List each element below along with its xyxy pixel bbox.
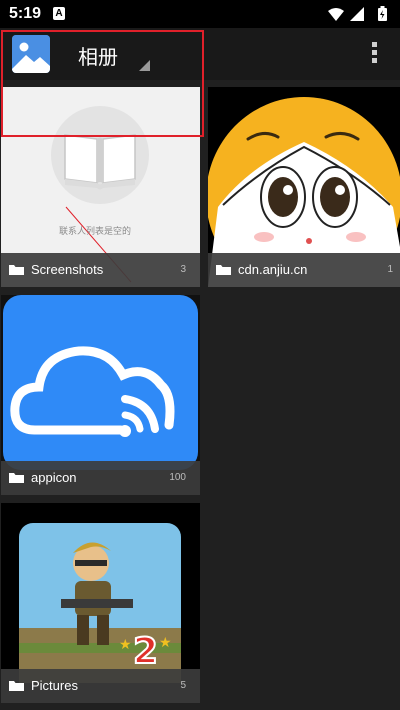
notification-letter: A (55, 8, 63, 19)
album-tile-pictures[interactable]: 2 ★ ★ Pictures 5 (1, 503, 200, 703)
notification-icon: A (53, 7, 65, 20)
album-footer: cdn.anjiu.cn 1 (208, 253, 400, 287)
album-tile-screenshots[interactable]: 联系人列表是空的 Screenshots 3 (1, 87, 200, 287)
system-icons (328, 6, 387, 21)
spinner-dropdown-icon[interactable] (139, 60, 150, 71)
status-time: 5:19 (9, 5, 42, 22)
album-name: Screenshots (31, 262, 104, 277)
album-count: 3 (180, 264, 186, 275)
album-count: 5 (180, 680, 186, 691)
folder-icon (9, 265, 24, 275)
folder-icon (9, 473, 24, 483)
album-footer: Pictures 5 (1, 669, 200, 703)
status-bar: 5:19 A (0, 0, 400, 28)
album-spinner-title[interactable]: 相册 (78, 41, 118, 70)
wifi-icon (328, 8, 344, 21)
album-count: 1 (387, 264, 393, 275)
svg-text:2: 2 (133, 631, 158, 672)
album-tile-appicon[interactable]: appicon 100 (1, 295, 200, 495)
folder-icon (9, 681, 24, 691)
album-footer: Screenshots 3 (1, 253, 200, 287)
thumb-caption: 联系人列表是空的 (59, 227, 132, 237)
folder-icon (216, 265, 231, 275)
album-tile-cdn-anjiu[interactable]: cdn.anjiu.cn 1 (208, 87, 400, 287)
svg-text:★: ★ (159, 635, 172, 651)
album-count: 100 (169, 472, 186, 483)
album-name: Pictures (31, 678, 78, 693)
svg-text:★: ★ (119, 637, 132, 653)
overflow-menu-icon[interactable] (370, 42, 378, 66)
album-name: cdn.anjiu.cn (238, 262, 308, 277)
album-footer: appicon 100 (1, 461, 200, 495)
signal-icon (350, 7, 364, 21)
gallery-app-icon[interactable] (12, 35, 50, 73)
battery-charging-icon (378, 6, 387, 21)
action-bar: 相册 (0, 28, 400, 80)
album-name: appicon (31, 470, 77, 485)
